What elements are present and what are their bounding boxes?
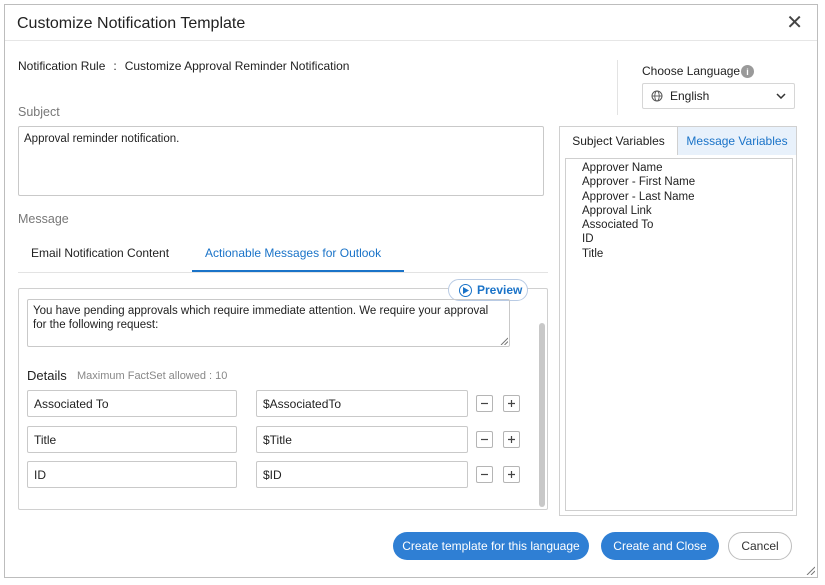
resize-handle-icon[interactable] bbox=[500, 337, 508, 345]
plus-icon bbox=[508, 400, 515, 407]
message-label: Message bbox=[18, 212, 69, 226]
minus-icon bbox=[481, 438, 488, 441]
minus-icon bbox=[481, 473, 488, 476]
remove-fact-button[interactable] bbox=[476, 431, 493, 448]
cancel-button[interactable]: Cancel bbox=[728, 532, 792, 560]
fact-name-input[interactable]: Title bbox=[27, 426, 237, 453]
subject-label: Subject bbox=[18, 105, 60, 119]
list-item[interactable]: Associated To bbox=[582, 218, 792, 232]
tab-subject-variables[interactable]: Subject Variables bbox=[560, 127, 678, 155]
tab-actionable-messages-outlook[interactable]: Actionable Messages for Outlook bbox=[205, 246, 381, 269]
remove-fact-button[interactable] bbox=[476, 466, 493, 483]
list-item[interactable]: Approver - First Name bbox=[582, 175, 792, 189]
preview-label: Preview bbox=[477, 283, 523, 297]
play-circle-icon bbox=[459, 283, 472, 297]
add-fact-button[interactable] bbox=[503, 395, 520, 412]
dialog-title: Customize Notification Template bbox=[17, 15, 246, 32]
preview-button[interactable]: Preview bbox=[448, 279, 528, 301]
choose-language-label: Choose Language bbox=[642, 64, 741, 78]
message-body-text: You have pending approvals which require… bbox=[33, 305, 489, 331]
chevron-down-icon bbox=[776, 93, 786, 99]
create-and-close-button[interactable]: Create and Close bbox=[601, 532, 719, 560]
list-item[interactable]: Approver - Last Name bbox=[582, 190, 792, 204]
variable-list: Approver Name Approver - First Name Appr… bbox=[565, 158, 793, 511]
notification-template-dialog: Customize Notification Template ✕ Notifi… bbox=[4, 4, 818, 578]
message-body-textarea[interactable]: You have pending approvals which require… bbox=[27, 299, 510, 347]
plus-icon bbox=[508, 436, 515, 443]
subject-input[interactable]: Approval reminder notification. bbox=[18, 126, 544, 196]
remove-fact-button[interactable] bbox=[476, 395, 493, 412]
tab-message-variables[interactable]: Message Variables bbox=[678, 127, 796, 155]
details-max-factset: Maximum FactSet allowed : 10 bbox=[77, 370, 228, 382]
details-label: Details bbox=[27, 368, 67, 383]
close-icon[interactable]: ✕ bbox=[786, 13, 803, 33]
globe-icon bbox=[651, 90, 663, 102]
rule-value: Customize Approval Reminder Notification bbox=[124, 59, 350, 73]
resize-grip-icon[interactable] bbox=[805, 565, 815, 575]
active-tab-indicator bbox=[192, 270, 404, 272]
selected-language: English bbox=[670, 89, 710, 103]
tab-email-notification-content[interactable]: Email Notification Content bbox=[31, 246, 169, 269]
notification-rule: Notification Rule: Customize Approval Rem… bbox=[18, 59, 349, 73]
dialog-header: Customize Notification Template ✕ bbox=[5, 5, 817, 41]
list-item[interactable]: Approval Link bbox=[582, 204, 792, 218]
fact-value-input[interactable]: $AssociatedTo bbox=[256, 390, 468, 417]
rule-separator: : bbox=[113, 59, 117, 73]
content-scrollbar[interactable] bbox=[539, 323, 545, 507]
fact-name-input[interactable]: Associated To bbox=[27, 390, 237, 417]
rule-label: Notification Rule bbox=[18, 59, 106, 73]
add-fact-button[interactable] bbox=[503, 466, 520, 483]
fact-name-input[interactable]: ID bbox=[27, 461, 237, 488]
list-item[interactable]: Approver Name bbox=[582, 161, 792, 175]
language-select[interactable]: English bbox=[642, 83, 795, 109]
create-template-button[interactable]: Create template for this language bbox=[393, 532, 589, 560]
info-icon[interactable]: i bbox=[741, 65, 754, 78]
list-item[interactable]: ID bbox=[582, 232, 792, 246]
list-item[interactable]: Title bbox=[582, 247, 792, 261]
vertical-divider bbox=[617, 60, 618, 115]
add-fact-button[interactable] bbox=[503, 431, 520, 448]
fact-value-input[interactable]: $Title bbox=[256, 426, 468, 453]
message-tabs: Email Notification Content Actionable Me… bbox=[18, 237, 548, 273]
fact-value-input[interactable]: $ID bbox=[256, 461, 468, 488]
variables-panel: Subject Variables Message Variables Appr… bbox=[559, 126, 797, 516]
minus-icon bbox=[481, 402, 488, 405]
plus-icon bbox=[508, 471, 515, 478]
